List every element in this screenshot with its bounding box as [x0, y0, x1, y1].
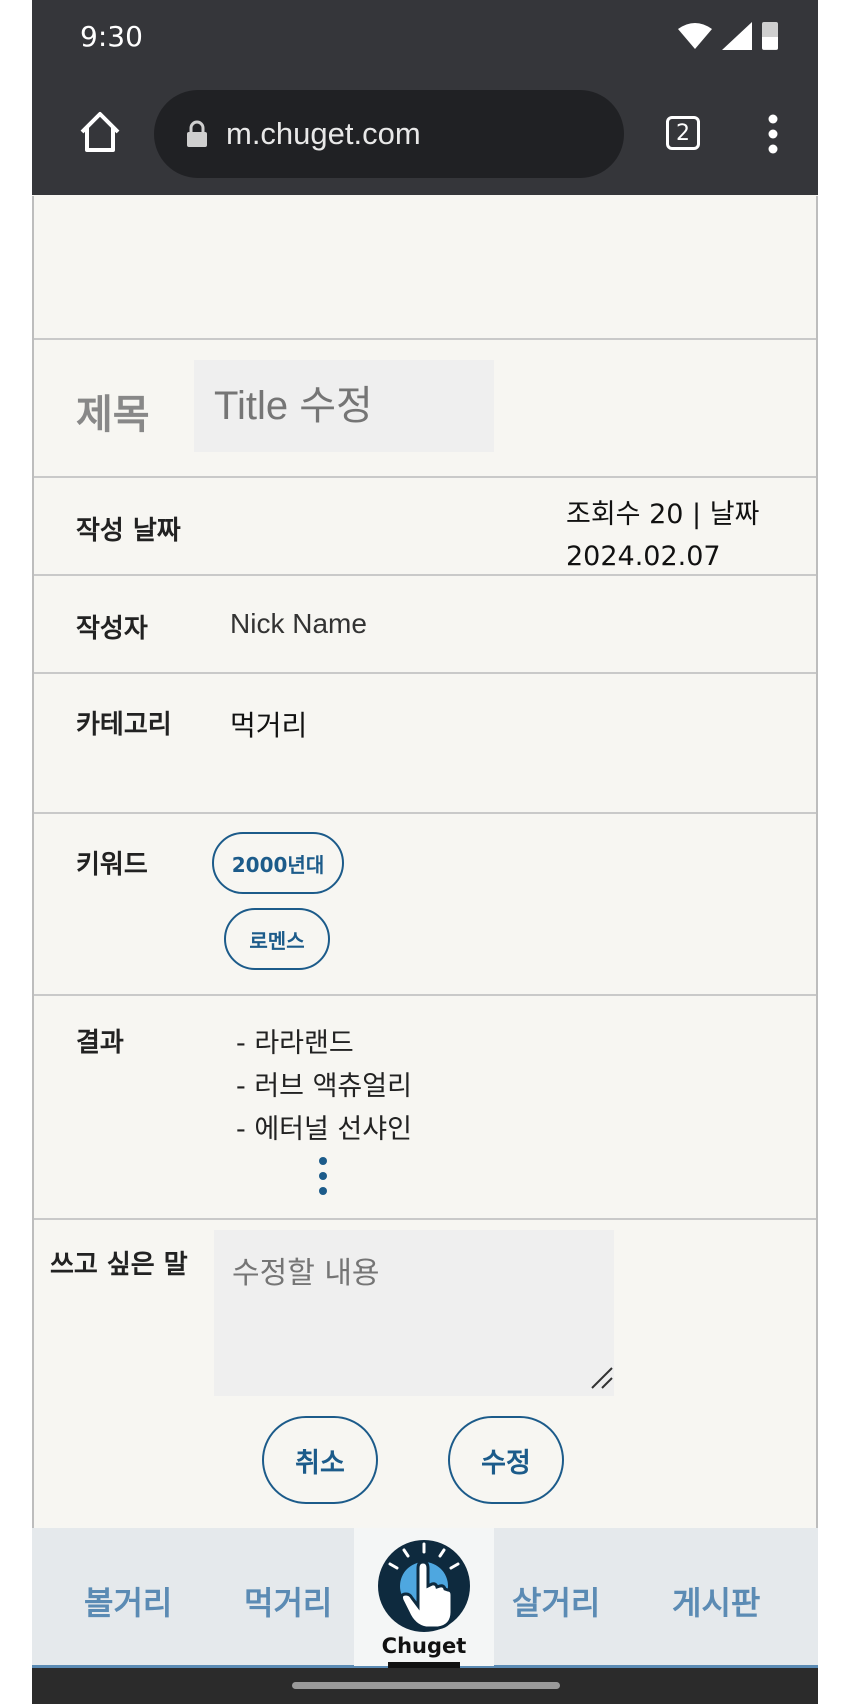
gesture-bar [32, 1668, 818, 1704]
category-label: 카테고리 [76, 710, 172, 740]
date-row: 작성 날짜 조회수 20 | 날짜 2024.02.07 [34, 478, 816, 576]
keyword-chip[interactable]: 로멘스 [224, 908, 330, 970]
tabs-icon[interactable]: 2 [666, 116, 700, 150]
home-icon[interactable] [78, 110, 122, 154]
title-row: 제목 [34, 338, 816, 478]
nav-item-board[interactable]: 게시판 [672, 1578, 760, 1624]
post-edit-form: 제목 작성 날짜 조회수 20 | 날짜 2024.02.07 작성자 Nick… [32, 196, 818, 1530]
pointer-hand-icon [378, 1540, 470, 1632]
result-label: 결과 [76, 1028, 124, 1058]
url-text: m.chuget.com [226, 116, 421, 151]
logo-text: Chuget [381, 1634, 467, 1658]
title-input[interactable] [194, 360, 494, 452]
browser-chrome: 9:30 m.chuget.com 2 [32, 0, 818, 195]
title-label: 제목 [76, 392, 150, 438]
resize-icon[interactable] [590, 1366, 614, 1390]
submit-button[interactable]: 수정 [448, 1416, 564, 1504]
date-label: 작성 날짜 [76, 516, 181, 546]
keyword-row: 키워드 2000년대 로멘스 [34, 814, 816, 996]
status-icons [678, 22, 778, 50]
result-row: 결과 - 라라랜드 - 러브 액츄얼리 - 에터널 선샤인 [34, 996, 816, 1220]
battery-icon [762, 22, 778, 50]
keyword-label: 키워드 [76, 850, 148, 880]
nav-item-shopping[interactable]: 살거리 [512, 1578, 600, 1624]
message-textarea[interactable] [214, 1230, 614, 1396]
date-value: 2024.02.07 [566, 541, 721, 572]
menu-icon[interactable] [768, 114, 778, 154]
message-row: 쓰고 싶은 말 취소 수정 [34, 1220, 816, 1530]
cancel-button[interactable]: 취소 [262, 1416, 378, 1504]
home-logo-button[interactable]: Chuget [354, 1528, 494, 1668]
author-value: Nick Name [230, 608, 367, 639]
category-value: 먹거리 [230, 709, 308, 742]
nav-item-food[interactable]: 먹거리 [244, 1578, 332, 1624]
gesture-pill[interactable] [292, 1682, 560, 1689]
wifi-icon [678, 23, 712, 49]
status-time: 9:30 [80, 20, 143, 53]
nav-item-watch[interactable]: 볼거리 [84, 1578, 172, 1624]
category-row: 카테고리 먹거리 [34, 674, 816, 814]
views-text: 조회수 20 | 날짜 [566, 499, 760, 530]
bottom-nav: 볼거리 먹거리 Chuget 살거리 게시판 [32, 1528, 818, 1668]
more-dots-icon[interactable] [318, 1156, 328, 1196]
list-item: - 러브 액츄얼리 [236, 1071, 412, 1102]
list-item: - 에터널 선샤인 [236, 1114, 412, 1145]
url-bar[interactable]: m.chuget.com [154, 90, 624, 178]
result-list: - 라라랜드 - 러브 액츄얼리 - 에터널 선샤인 [236, 1022, 412, 1151]
phone-screen: 9:30 m.chuget.com 2 제목 작성 날짜 [32, 0, 818, 1704]
lock-icon [187, 120, 207, 147]
signal-icon [722, 22, 752, 50]
message-label: 쓰고 싶은 말 [50, 1250, 188, 1280]
list-item: - 라라랜드 [236, 1028, 354, 1059]
author-row: 작성자 Nick Name [34, 576, 816, 674]
keyword-chip[interactable]: 2000년대 [212, 832, 344, 894]
views-date: 조회수 20 | 날짜 2024.02.07 [566, 494, 796, 578]
author-label: 작성자 [76, 614, 148, 644]
